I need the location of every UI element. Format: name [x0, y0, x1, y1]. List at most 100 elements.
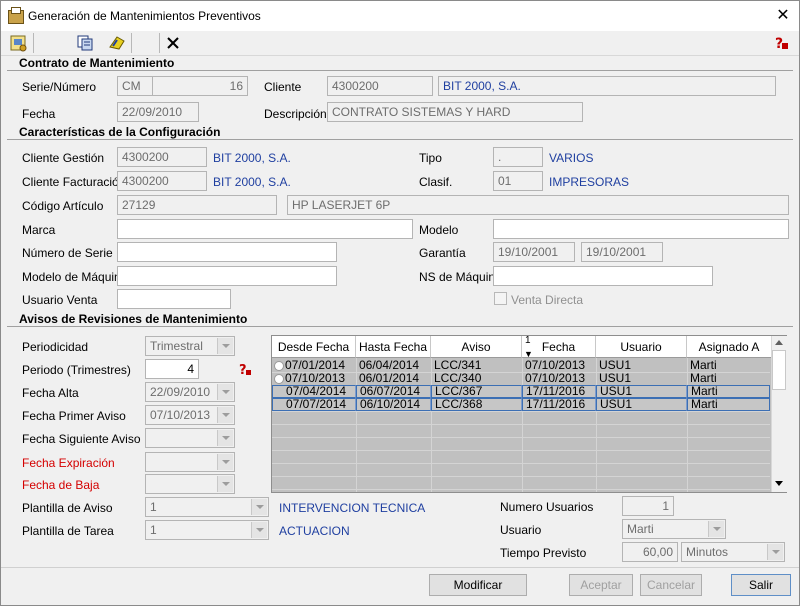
periodicidad-select[interactable]: Trimestral: [145, 336, 235, 356]
table-cell: USU1: [599, 372, 632, 385]
fecha-field[interactable]: 22/09/2010: [117, 102, 199, 122]
serie-field[interactable]: CM: [117, 76, 153, 96]
table-cell: 17/11/2016: [522, 398, 596, 411]
table-cell: Marti: [690, 372, 717, 385]
fecha-siguiente-label: Fecha Siguiente Aviso: [22, 432, 141, 446]
clasif-code[interactable]: 01: [493, 171, 543, 191]
table-row[interactable]: 07/04/2014 06/07/2014 LCC/367 17/11/2016 USU…: [272, 385, 770, 398]
help-icon[interactable]: ?: [771, 33, 791, 53]
grid-header-aviso[interactable]: Aviso: [431, 336, 522, 358]
grid-vertical-scrollbar[interactable]: [771, 336, 787, 492]
usuario-venta-field[interactable]: [117, 289, 231, 309]
modificar-button[interactable]: Modificar: [429, 574, 527, 596]
grid-header-fecha-label: Fecha: [541, 340, 576, 354]
modificar-button-label: Modificar: [453, 578, 503, 592]
grid-header-hasta[interactable]: Hasta Fecha: [356, 336, 431, 358]
table-cell: LCC/367: [431, 385, 522, 398]
refresh-icon[interactable]: [107, 33, 127, 53]
tiempo-unidad-select[interactable]: Minutos: [681, 542, 785, 562]
table-cell: 06/10/2014: [356, 398, 431, 411]
scroll-down-icon[interactable]: [775, 481, 783, 486]
table-cell: 06/04/2014: [359, 359, 420, 372]
num-usuarios-field[interactable]: 1: [622, 496, 674, 516]
scroll-thumb[interactable]: [772, 350, 786, 390]
cancelar-button[interactable]: Cancelar: [640, 574, 702, 596]
garantia-hasta-field[interactable]: 19/10/2001: [581, 242, 663, 262]
num-serie-field[interactable]: [117, 242, 337, 262]
tipo-label: Tipo: [419, 151, 442, 165]
cliente-gestion-code[interactable]: 4300200: [117, 147, 207, 167]
table-cell: 17/11/2016: [522, 385, 596, 398]
cliente-gestion-name: BIT 2000, S.A.: [213, 151, 291, 165]
delete-icon[interactable]: [163, 33, 183, 53]
avisos-grid[interactable]: Desde Fecha Hasta Fecha Aviso 1 ▼ Fecha …: [271, 335, 787, 493]
modelo-label: Modelo: [419, 223, 459, 237]
descripcion-field[interactable]: CONTRATO SISTEMAS Y HARD: [327, 102, 583, 122]
clasif-label: Clasif.: [419, 175, 453, 189]
plantilla-aviso-select[interactable]: 1: [145, 497, 269, 517]
modelo-maquina-field[interactable]: [117, 266, 337, 286]
fecha-expiracion-label: Fecha Expiración: [22, 456, 115, 470]
tiempo-field[interactable]: 60,00: [622, 542, 678, 562]
serie-label: Serie/Número: [22, 80, 97, 94]
periodo-help-icon[interactable]: ?: [238, 361, 254, 378]
tipo-code[interactable]: .: [493, 147, 543, 167]
scroll-up-icon[interactable]: [775, 340, 783, 345]
garantia-desde-field[interactable]: 19/10/2001: [493, 242, 575, 262]
tipo-name: VARIOS: [549, 151, 594, 165]
venta-directa-checkbox[interactable]: [494, 292, 507, 305]
table-cell: Marti: [687, 398, 770, 411]
section-config-title: Características de la Configuración: [19, 125, 221, 139]
table-cell: LCC/340: [434, 372, 482, 385]
plantilla-tarea-label: Plantilla de Tarea: [22, 524, 114, 538]
fecha-alta-select[interactable]: 22/09/2010: [145, 382, 235, 402]
close-icon[interactable]: ✕: [773, 7, 793, 25]
table-cell: 06/07/2014: [356, 385, 431, 398]
plantilla-tarea-select[interactable]: 1: [145, 520, 269, 540]
table-cell: 07/01/2014: [285, 359, 346, 372]
fecha-label: Fecha: [22, 107, 56, 121]
grid-header-asignado[interactable]: Asignado A: [687, 336, 772, 358]
fecha-primer-label: Fecha Primer Aviso: [22, 409, 126, 423]
table-row[interactable]: 07/07/2014 06/10/2014 LCC/368 17/11/2016 USU…: [272, 398, 770, 411]
fecha-primer-select[interactable]: 07/10/2013: [145, 405, 235, 425]
fecha-alta-label: Fecha Alta: [22, 386, 79, 400]
cliente-gestion-label: Cliente Gestión: [22, 151, 105, 165]
periodo-label: Periodo (Trimestres): [22, 363, 131, 377]
numero-field[interactable]: 16: [152, 76, 248, 96]
table-row[interactable]: 07/01/2014 06/04/2014 LCC/341 07/10/2013 USU…: [272, 359, 770, 372]
marca-label: Marca: [22, 223, 56, 237]
tiempo-label: Tiempo Previsto: [500, 546, 587, 560]
copy-icon[interactable]: [75, 33, 95, 53]
marca-field[interactable]: [117, 219, 413, 239]
usuario-select[interactable]: Marti: [622, 519, 726, 539]
fecha-siguiente-select[interactable]: [145, 428, 235, 448]
grid-header-desde[interactable]: Desde Fecha: [272, 336, 356, 358]
ns-maquina-field[interactable]: [493, 266, 713, 286]
periodo-field[interactable]: 4: [145, 359, 199, 379]
venta-directa-label: Venta Directa: [511, 293, 584, 307]
cliente-name-field: BIT 2000, S.A.: [438, 76, 776, 96]
codigo-field[interactable]: 27129: [117, 195, 277, 215]
fecha-expiracion-select[interactable]: [145, 452, 235, 472]
table-row[interactable]: 07/10/2013 06/01/2014 LCC/340 07/10/2013 USU…: [272, 372, 770, 385]
plantilla-aviso-name: INTERVENCION TECNICA: [279, 501, 426, 515]
table-cell: LCC/341: [434, 359, 482, 372]
salir-button[interactable]: Salir: [731, 574, 791, 596]
periodicidad-label: Periodicidad: [22, 340, 89, 354]
table-cell: USU1: [599, 359, 632, 372]
cliente-code-field[interactable]: 4300200: [327, 76, 433, 96]
usuario-label: Usuario: [500, 523, 542, 537]
main-window: Generación de Mantenimientos Preventivos…: [0, 0, 800, 606]
table-cell: 07/10/2013: [285, 372, 346, 385]
grid-header-fecha[interactable]: 1 ▼ Fecha: [522, 336, 596, 359]
config-icon[interactable]: [9, 33, 29, 53]
fecha-baja-select[interactable]: [145, 474, 235, 494]
modelo-field[interactable]: [493, 219, 789, 239]
table-cell: 07/10/2013: [525, 359, 586, 372]
plantilla-tarea-name: ACTUACION: [279, 524, 350, 538]
grid-header-usuario[interactable]: Usuario: [596, 336, 687, 358]
aceptar-button[interactable]: Aceptar: [569, 574, 633, 596]
cliente-fact-code[interactable]: 4300200: [117, 171, 207, 191]
table-cell: Marti: [690, 359, 717, 372]
